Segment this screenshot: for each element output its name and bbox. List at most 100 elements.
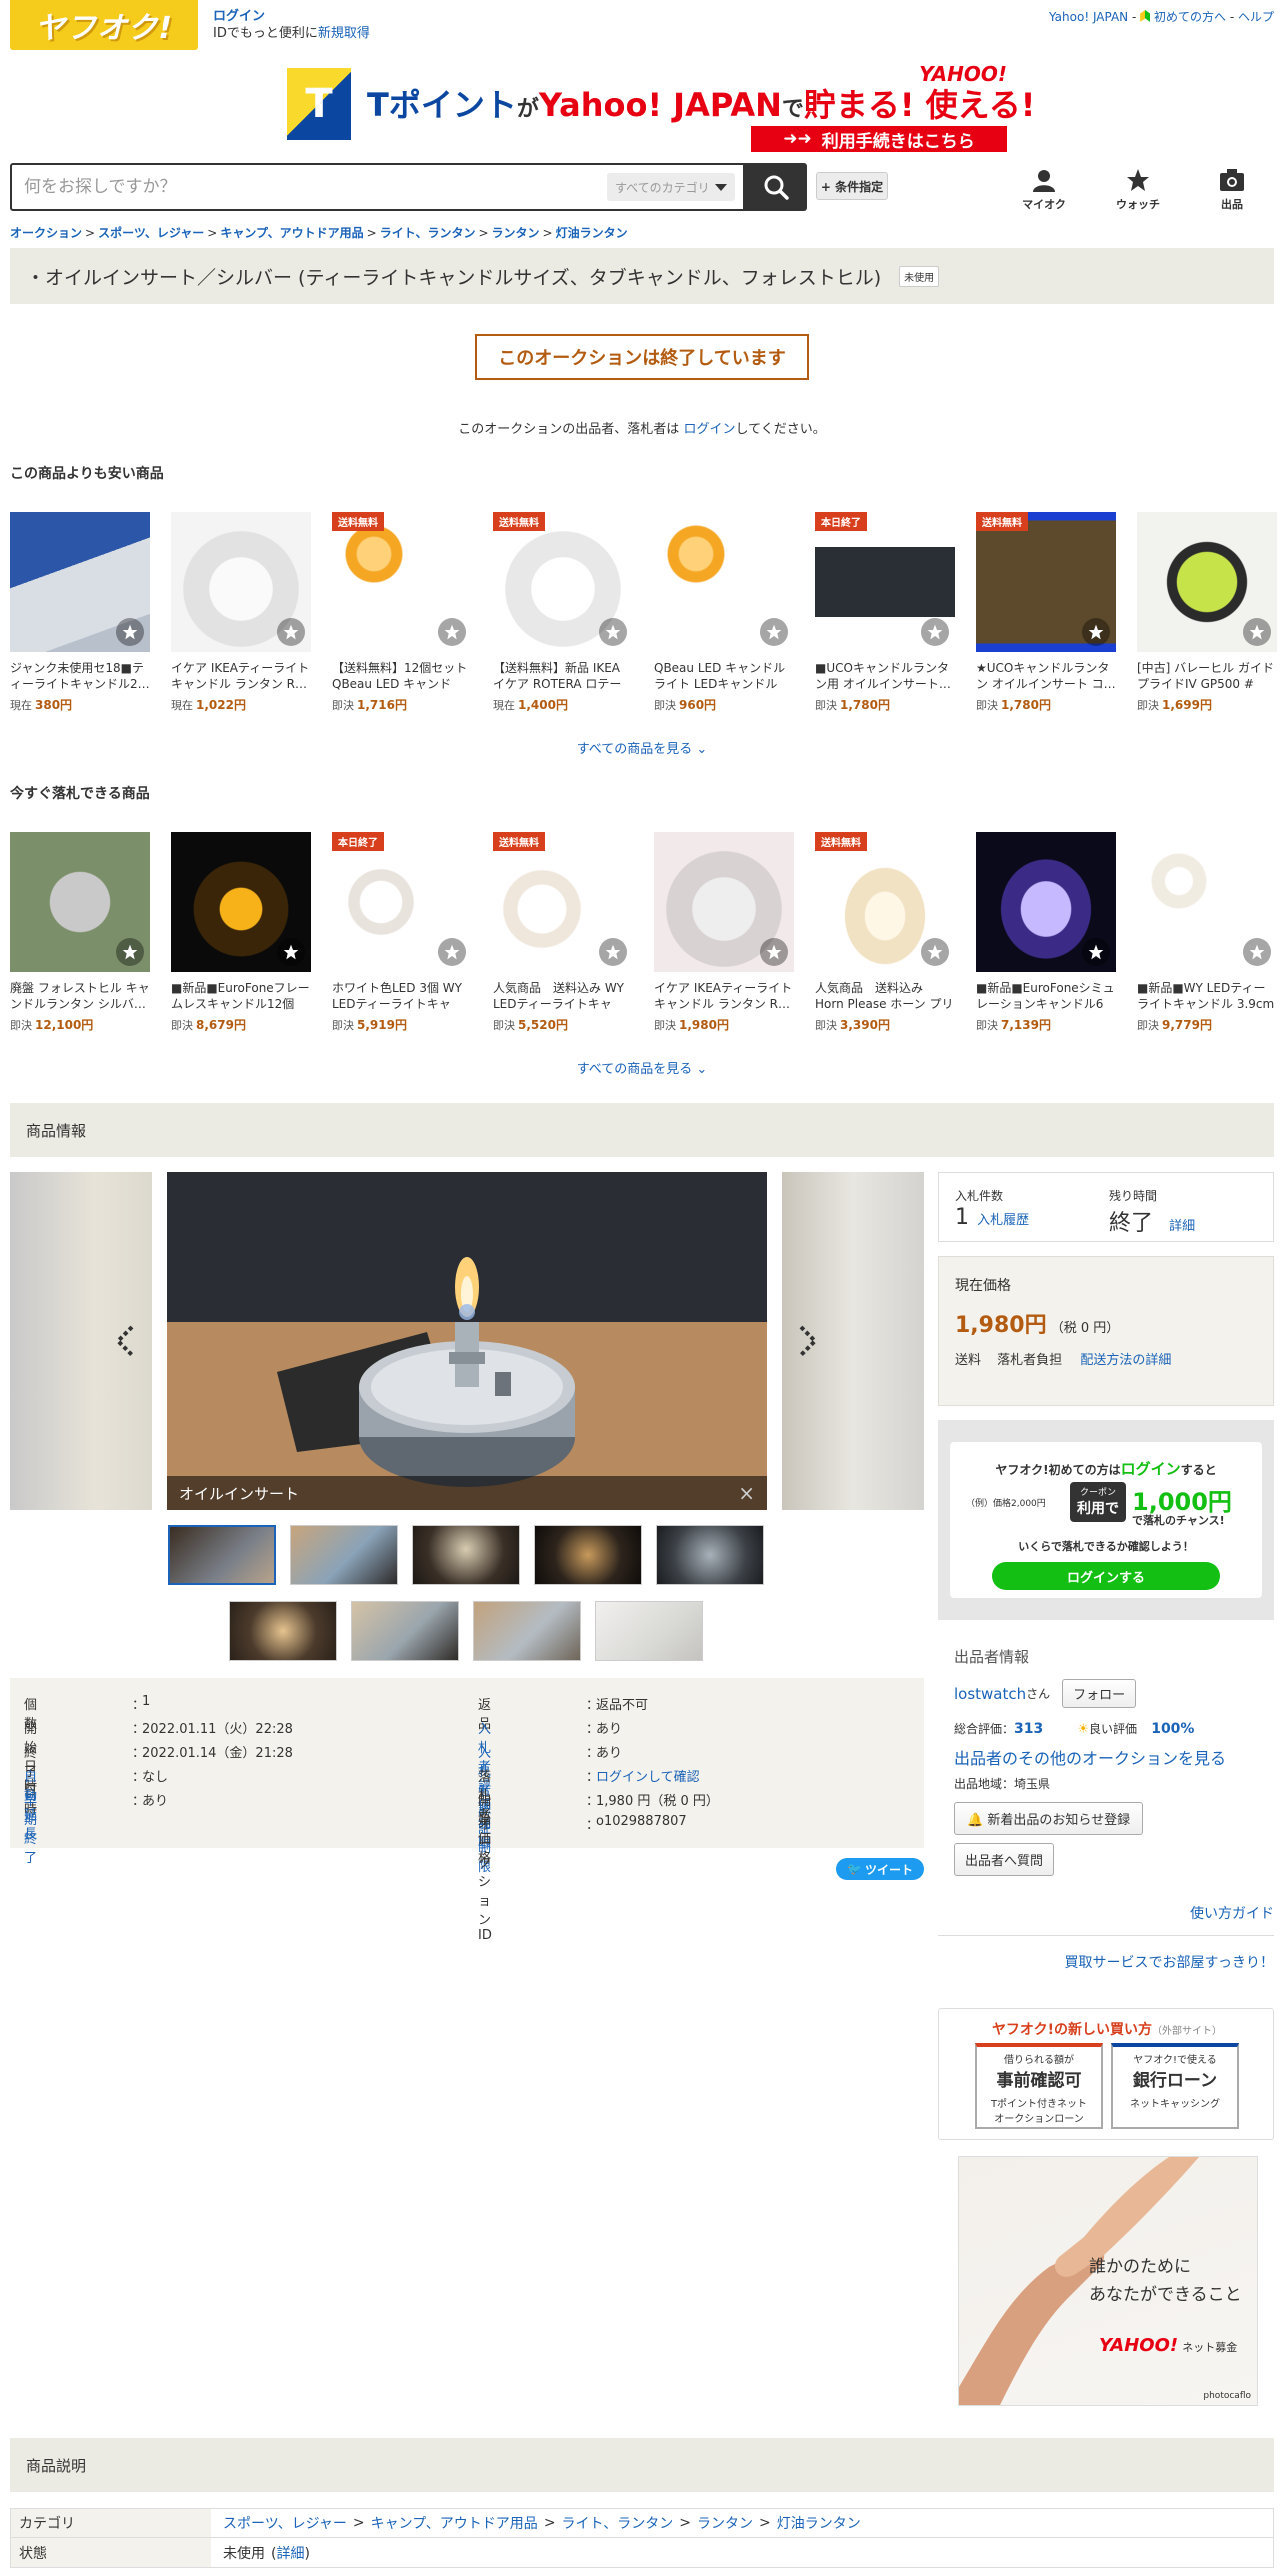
category-path-link[interactable]: キャンプ、アウトドア用品 — [371, 2513, 538, 2533]
condition-button[interactable]: + 条件指定 — [816, 172, 888, 200]
category-path-link[interactable]: ランタン — [697, 2513, 753, 2533]
time-detail-link[interactable]: 詳細 — [1169, 1219, 1195, 1234]
good-rating-pct[interactable]: 100% — [1151, 1721, 1194, 1737]
tpoint-banner[interactable]: T TポイントがYahoo! JAPANで貯まる! 使える! YAHOO! ➜➜… — [287, 60, 1035, 154]
product-title[interactable]: ジャンク未使用セ18■ティーライトキャンドル2… — [10, 660, 150, 692]
bid-history-link[interactable]: 入札履歴 — [977, 1213, 1029, 1228]
coupon-login-button[interactable]: ログインする — [992, 1562, 1220, 1590]
product-card[interactable]: イケア IKEAティーライトキャンドル ランタン R… 現在 1,022円 — [171, 512, 311, 713]
photo-thumbnail[interactable] — [534, 1525, 642, 1585]
see-all-link[interactable]: すべての商品を見る — [577, 742, 693, 757]
product-title[interactable]: QBeau LED キャンドルライト LEDキャンドル 蝋… — [654, 660, 794, 692]
myauc-nav[interactable]: マイオク — [1014, 168, 1074, 212]
product-thumbnail[interactable] — [654, 832, 794, 972]
help-link[interactable]: ヘルプ — [1238, 10, 1274, 24]
product-card[interactable]: 送料無料【送料無料】新品 IKEA イケア ROTERA ロテーラ… 現在1,40… — [493, 512, 633, 713]
yahoo-japan-link[interactable]: Yahoo! JAPAN — [1049, 10, 1128, 24]
close-icon[interactable]: × — [738, 1481, 755, 1505]
product-title[interactable]: [中古] バレーヒル ガイドプライドIV GP500 #フ… — [1137, 660, 1277, 692]
product-thumbnail[interactable] — [171, 512, 311, 652]
detail-key[interactable]: 早期終了 — [24, 1790, 37, 1866]
watch-star-icon[interactable] — [921, 618, 949, 646]
product-thumbnail[interactable]: 本日終了 — [815, 512, 955, 652]
donation-ad[interactable]: 誰かのために あなたができること YAHOO! ネット募金 photocaflo — [958, 2156, 1258, 2406]
prev-photo-button[interactable] — [110, 1324, 138, 1358]
watch-star-icon[interactable] — [1243, 938, 1271, 966]
category-select[interactable]: すべてのカテゴリ — [607, 173, 735, 201]
product-title[interactable]: 【送料無料】12個セット QBeau LED キャンドル… — [332, 660, 472, 692]
notify-button[interactable]: 🔔 新着出品のお知らせ登録 — [954, 1802, 1144, 1835]
product-title[interactable]: 人気商品 送料込み WY LEDティーライトキャン… — [493, 980, 633, 1012]
cheaper-see-all[interactable]: すべての商品を見る ⌄ — [0, 738, 1284, 757]
bank-loan-card[interactable]: ヤフオク!で使える 銀行ローン ネットキャッシング — [1111, 2043, 1239, 2129]
state-detail-link[interactable]: 詳細 — [276, 2546, 304, 2562]
product-card[interactable]: ■新品■EuroFoneシミュレーションキャンドル6つ… 即決7,139円 — [976, 832, 1116, 1033]
watch-star-icon[interactable] — [277, 618, 305, 646]
photo-thumbnail[interactable] — [351, 1601, 459, 1661]
product-card[interactable]: ■新品■EuroFoneフレームレスキャンドル12個の… 即決8,679円 — [171, 832, 311, 1033]
main-product-photo[interactable] — [167, 1172, 767, 1510]
product-card[interactable]: イケア IKEAティーライトキャンドル ランタン R… 即決 1,980円 — [654, 832, 794, 1033]
product-title[interactable]: ホワイト色LED 3個 WY LEDティーライトキャン… — [332, 980, 472, 1012]
next-photo-button[interactable] — [795, 1324, 823, 1358]
banner-cta[interactable]: ➜➜ 利用手続きはこちら — [751, 126, 1007, 152]
watch-star-icon[interactable] — [116, 618, 144, 646]
beginner-link[interactable]: 初めての方へ — [1154, 10, 1226, 24]
photo-thumbnail[interactable] — [412, 1525, 520, 1585]
product-thumbnail[interactable] — [10, 832, 150, 972]
watch-star-icon[interactable] — [116, 938, 144, 966]
sell-nav[interactable]: 出品 — [1202, 168, 1262, 212]
search-button[interactable] — [745, 163, 807, 211]
watch-star-icon[interactable] — [1243, 618, 1271, 646]
product-title[interactable]: イケア IKEAティーライトキャンドル ランタン R… — [654, 980, 794, 1012]
category-path-link[interactable]: ライト、ランタン — [562, 2513, 674, 2533]
seller-other-auctions-link[interactable]: 出品者のその他のオークションを見る — [954, 1749, 1226, 1768]
watch-star-icon[interactable] — [921, 938, 949, 966]
breadcrumb-item[interactable]: スポーツ、レジャー — [98, 226, 204, 240]
product-thumbnail[interactable]: 本日終了 — [332, 832, 472, 972]
guide-link[interactable]: 使い方ガイド — [1190, 1903, 1274, 1923]
breadcrumb-item[interactable]: 灯油ランタン — [556, 226, 628, 240]
detail-value[interactable]: ログインして確認 — [596, 1766, 700, 1785]
product-thumbnail[interactable]: 送料無料 — [332, 512, 472, 652]
photo-thumbnail[interactable] — [473, 1601, 581, 1661]
product-title[interactable]: ■UCOキャンドルランタン用 オイルインサート… — [815, 660, 955, 692]
product-thumbnail[interactable]: 送料無料 — [493, 832, 633, 972]
product-card[interactable]: [中古] バレーヒル ガイドプライドIV GP500 #フ… 即決1,699円 — [1137, 512, 1277, 713]
product-title[interactable]: ■新品■WY LEDティーライトキャンドル 3.9cm … — [1137, 980, 1277, 1012]
product-card[interactable]: 送料無料人気商品 送料込み Horn Please ホーン プリーズ… 即決3,3… — [815, 832, 955, 1033]
watch-star-icon[interactable] — [438, 618, 466, 646]
shipping-detail-link[interactable]: 配送方法の詳細 — [1080, 1353, 1171, 1368]
buynow-see-all[interactable]: すべての商品を見る ⌄ — [0, 1058, 1284, 1077]
product-title[interactable]: 【送料無料】新品 IKEA イケア ROTERA ロテーラ… — [493, 660, 633, 692]
preapproval-card[interactable]: 借りられる額が 事前確認可 Tポイント付きネット オークションローン — [975, 2043, 1103, 2129]
product-card[interactable]: ■新品■WY LEDティーライトキャンドル 3.9cm … 即決9,779円 — [1137, 832, 1277, 1033]
product-thumbnail[interactable]: 送料無料 — [976, 512, 1116, 652]
product-title[interactable]: 人気商品 送料込み Horn Please ホーン プリーズ… — [815, 980, 955, 1012]
product-card[interactable]: 廃盤 フォレストヒル キャンドルランタン シルバ… 即決 12,100円 — [10, 832, 150, 1033]
tweet-button[interactable]: 🐦 ツイート — [836, 1858, 924, 1880]
watch-star-icon[interactable] — [599, 618, 627, 646]
product-thumbnail[interactable] — [171, 832, 311, 972]
product-thumbnail[interactable] — [10, 512, 150, 652]
breadcrumb-item[interactable]: キャンプ、アウトドア用品 — [220, 226, 363, 240]
ask-seller-button[interactable]: 出品者へ質問 — [954, 1843, 1055, 1876]
buyback-service-link[interactable]: 買取サービスでお部屋すっきり！ — [1065, 1952, 1274, 1972]
category-path-link[interactable]: スポーツ、レジャー — [223, 2513, 347, 2533]
watch-star-icon[interactable] — [1082, 618, 1110, 646]
product-title[interactable]: 廃盤 フォレストヒル キャンドルランタン シルバ… — [10, 980, 150, 1012]
breadcrumb-item[interactable]: ランタン — [492, 226, 540, 240]
product-card[interactable]: 送料無料 ★UCOキャンドルランタン オイルインサート コ… 即決 1,780円 — [976, 512, 1116, 713]
rating-link[interactable]: 313 — [1014, 1721, 1043, 1737]
product-title[interactable]: ■新品■EuroFoneシミュレーションキャンドル6つ… — [976, 980, 1116, 1012]
product-thumbnail[interactable] — [1137, 832, 1277, 972]
watch-star-icon[interactable] — [760, 938, 788, 966]
watch-star-icon[interactable] — [1082, 938, 1110, 966]
product-card[interactable]: QBeau LED キャンドルライト LEDキャンドル 蝋… 即決960円 — [654, 512, 794, 713]
product-card[interactable]: 送料無料人気商品 送料込み WY LEDティーライトキャン… 即決5,520円 — [493, 832, 633, 1033]
product-thumbnail[interactable] — [654, 512, 794, 652]
watch-nav[interactable]: ウォッチ — [1108, 168, 1168, 212]
search-input[interactable] — [12, 165, 607, 209]
photo-thumbnail[interactable] — [229, 1601, 337, 1661]
product-thumbnail[interactable]: 送料無料 — [815, 832, 955, 972]
